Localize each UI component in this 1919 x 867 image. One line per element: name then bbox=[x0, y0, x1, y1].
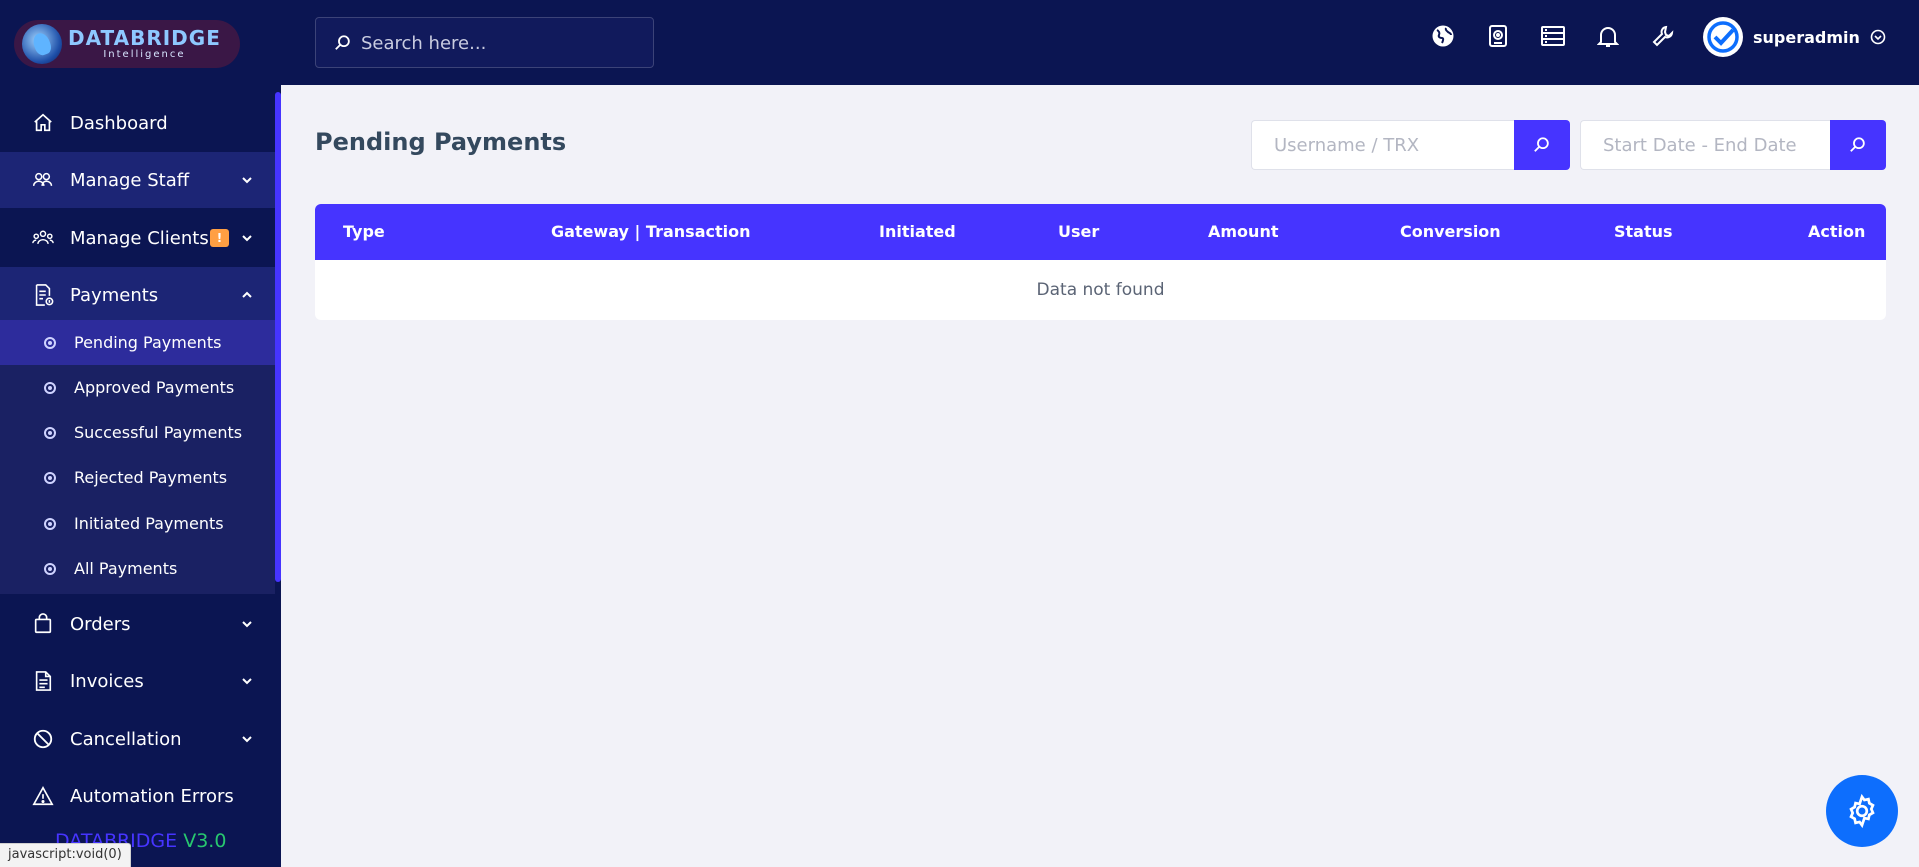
submenu-item-label: Approved Payments bbox=[74, 378, 235, 397]
sidebar-item-label: Cancellation bbox=[70, 728, 182, 750]
column-header-user: User bbox=[1058, 222, 1100, 241]
bell-icon[interactable] bbox=[1594, 22, 1622, 50]
sidebar-item-cancellation[interactable]: Cancellation bbox=[0, 711, 275, 767]
circle-dot-icon bbox=[44, 471, 56, 484]
chevron-down-icon bbox=[242, 678, 252, 685]
brand-name: DATABRIDGE bbox=[68, 26, 221, 50]
column-header-action: Action bbox=[1808, 222, 1866, 241]
sidebar-item-label: Automation Errors bbox=[70, 785, 234, 807]
browser-status-tooltip: javascript:void(0) bbox=[0, 843, 131, 867]
username-search-button[interactable] bbox=[1514, 120, 1570, 170]
payments-icon bbox=[32, 284, 54, 306]
search-icon bbox=[1850, 137, 1865, 152]
header-search bbox=[315, 17, 654, 68]
circle-dot-icon bbox=[44, 562, 56, 575]
avatar bbox=[1703, 17, 1743, 57]
column-header-gateway-transaction: Gateway | Transaction bbox=[551, 222, 751, 241]
date-filter-form bbox=[1580, 120, 1886, 170]
chevron-up-icon bbox=[242, 291, 252, 298]
sidebar-scrollbar[interactable] bbox=[275, 92, 281, 582]
search-input[interactable] bbox=[361, 28, 641, 58]
payments-submenu: Pending Payments Approved Payments Succe… bbox=[0, 320, 275, 594]
logo-mark-icon bbox=[22, 24, 62, 64]
users-icon bbox=[32, 169, 54, 191]
gear-icon bbox=[1849, 793, 1875, 829]
page-title: Pending Payments bbox=[315, 128, 567, 156]
column-header-amount: Amount bbox=[1208, 222, 1279, 241]
submenu-item-successful-payments[interactable]: Successful Payments bbox=[0, 410, 275, 455]
submenu-item-rejected-payments[interactable]: Rejected Payments bbox=[0, 455, 275, 500]
username-trx-input[interactable] bbox=[1251, 120, 1514, 170]
submenu-item-label: Successful Payments bbox=[74, 423, 243, 442]
submenu-item-label: Initiated Payments bbox=[74, 514, 224, 533]
sidebar: DATABRIDGE Intelligence Dashboard Manage… bbox=[0, 0, 281, 867]
search-icon bbox=[1534, 137, 1549, 152]
ban-icon bbox=[32, 728, 54, 750]
sidebar-item-label: Manage Staff bbox=[70, 169, 190, 191]
sidebar-item-label: Invoices bbox=[70, 670, 144, 692]
table-header: Type Gateway | Transaction Initiated Use… bbox=[315, 204, 1886, 260]
warning-icon bbox=[32, 785, 54, 807]
version-number: V3.0 bbox=[183, 830, 227, 852]
search-icon bbox=[335, 35, 350, 50]
submenu-item-approved-payments[interactable]: Approved Payments bbox=[0, 365, 275, 410]
column-header-initiated: Initiated bbox=[879, 222, 956, 241]
chevron-down-icon bbox=[242, 235, 252, 242]
user-name: superadmin bbox=[1753, 27, 1860, 47]
date-search-button[interactable] bbox=[1830, 120, 1886, 170]
column-header-type: Type bbox=[343, 222, 385, 241]
empty-state: Data not found bbox=[1036, 280, 1165, 300]
sidebar-item-dashboard[interactable]: Dashboard bbox=[0, 95, 275, 151]
chevron-down-icon bbox=[242, 621, 252, 628]
sidebar-item-manage-clients[interactable]: Manage Clients ! bbox=[0, 210, 275, 266]
brand-tagline: Intelligence bbox=[103, 49, 186, 60]
circle-dot-icon bbox=[44, 426, 56, 439]
circle-dot-icon bbox=[44, 517, 56, 530]
column-header-status: Status bbox=[1614, 222, 1673, 241]
warning-badge: ! bbox=[210, 229, 229, 247]
payments-table: Type Gateway | Transaction Initiated Use… bbox=[315, 204, 1886, 320]
circle-dot-icon bbox=[44, 336, 56, 349]
sidebar-item-automation-errors[interactable]: Automation Errors bbox=[0, 768, 275, 824]
submenu-item-pending-payments[interactable]: Pending Payments bbox=[0, 320, 275, 365]
sidebar-item-orders[interactable]: Orders bbox=[0, 596, 275, 652]
bag-icon bbox=[32, 613, 54, 635]
submenu-item-label: Pending Payments bbox=[74, 333, 222, 352]
brand-logo[interactable]: DATABRIDGE Intelligence bbox=[14, 20, 240, 68]
cache-icon[interactable] bbox=[1484, 22, 1512, 50]
column-header-conversion: Conversion bbox=[1400, 222, 1501, 241]
sidebar-item-label: Manage Clients bbox=[70, 227, 209, 249]
submenu-item-label: Rejected Payments bbox=[74, 468, 228, 487]
clients-icon bbox=[32, 227, 54, 249]
username-filter-form bbox=[1251, 120, 1570, 170]
sidebar-item-label: Payments bbox=[70, 284, 159, 306]
sidebar-item-invoices[interactable]: Invoices bbox=[0, 653, 275, 709]
invoice-icon bbox=[32, 670, 54, 692]
home-icon bbox=[32, 112, 54, 134]
submenu-item-label: All Payments bbox=[74, 559, 178, 578]
date-range-input[interactable] bbox=[1580, 120, 1830, 170]
chevron-down-icon bbox=[242, 736, 252, 743]
top-header: superadmin bbox=[281, 0, 1919, 85]
sidebar-item-manage-staff[interactable]: Manage Staff bbox=[0, 152, 275, 208]
sidebar-item-label: Dashboard bbox=[70, 112, 168, 134]
submenu-item-all-payments[interactable]: All Payments bbox=[0, 546, 275, 591]
circle-dot-icon bbox=[44, 381, 56, 394]
chevron-down-icon bbox=[242, 177, 252, 184]
submenu-item-initiated-payments[interactable]: Initiated Payments bbox=[0, 501, 275, 546]
chevron-down-icon bbox=[1870, 29, 1886, 45]
server-icon[interactable] bbox=[1539, 22, 1567, 50]
sidebar-item-payments[interactable]: Payments bbox=[0, 267, 275, 323]
wrench-icon[interactable] bbox=[1649, 22, 1677, 50]
globe-icon[interactable] bbox=[1429, 22, 1457, 50]
user-menu[interactable]: superadmin bbox=[1703, 15, 1886, 59]
sidebar-item-label: Orders bbox=[70, 613, 131, 635]
settings-fab-button[interactable] bbox=[1826, 775, 1898, 847]
